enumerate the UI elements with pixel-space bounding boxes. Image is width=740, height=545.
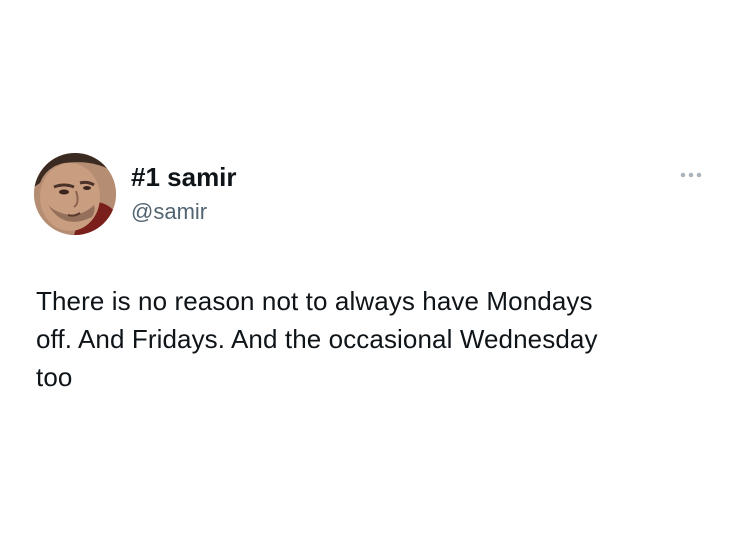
- tweet-text-line: too: [36, 362, 73, 392]
- tweet-text-line: off. And Fridays. And the occasional Wed…: [36, 324, 598, 354]
- user-avatar-icon: [34, 153, 116, 235]
- more-options-icon[interactable]: [678, 168, 704, 182]
- display-name[interactable]: #1 samir: [131, 162, 237, 192]
- tweet-text: There is no reason not to always have Mo…: [36, 282, 716, 396]
- avatar[interactable]: [34, 153, 116, 235]
- user-handle[interactable]: @samir: [131, 198, 207, 226]
- tweet-text-line: There is no reason not to always have Mo…: [36, 286, 593, 316]
- tweet-card: #1 samir @samir There is no reason not t…: [0, 0, 740, 545]
